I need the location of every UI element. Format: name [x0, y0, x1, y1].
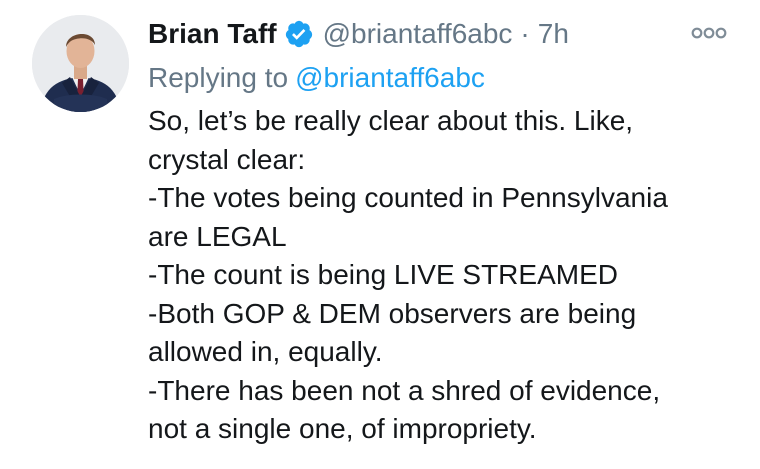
tweet-text-line: -The count is being LIVE STREAMED — [148, 259, 618, 290]
separator-dot: · — [520, 18, 530, 49]
tweet-timestamp[interactable]: 7h — [538, 18, 569, 50]
tweet-text-line: -There has been not a shred of evidence, — [148, 374, 661, 406]
replying-to: Replying to @briantaff6abc — [148, 60, 485, 96]
tweet-header: Brian Taff @briantaff6abc · 7h — [148, 14, 569, 54]
tweet-text-line: crystal clear: — [148, 143, 306, 175]
tweet-text-line: are LEGAL — [148, 220, 287, 252]
replying-to-label: Replying to — [148, 62, 289, 93]
replying-to-handle-link[interactable]: @briantaff6abc — [295, 62, 485, 94]
tweet-text-line: not a single one, of impropriety. — [148, 413, 537, 444]
author-handle[interactable]: @briantaff6abc — [323, 18, 513, 50]
verified-badge-icon — [285, 20, 312, 48]
avatar-image — [32, 15, 129, 112]
tweet-text-line: allowed in, equally. — [148, 336, 383, 367]
avatar[interactable] — [32, 15, 129, 112]
tweet-text: So, let’s be really clear about this. Li… — [148, 102, 748, 449]
tweet[interactable]: Brian Taff @briantaff6abc · 7h Replying … — [0, 0, 760, 469]
tweet-text-line: -The votes being counted in Pennsylvania — [148, 182, 668, 213]
display-name[interactable]: Brian Taff — [148, 18, 277, 50]
tweet-text-line: -Both GOP & DEM observers are being — [148, 297, 637, 329]
tweet-text-line: So, let’s be really clear about this. Li… — [148, 105, 634, 136]
more-options-icon[interactable] — [691, 26, 727, 40]
